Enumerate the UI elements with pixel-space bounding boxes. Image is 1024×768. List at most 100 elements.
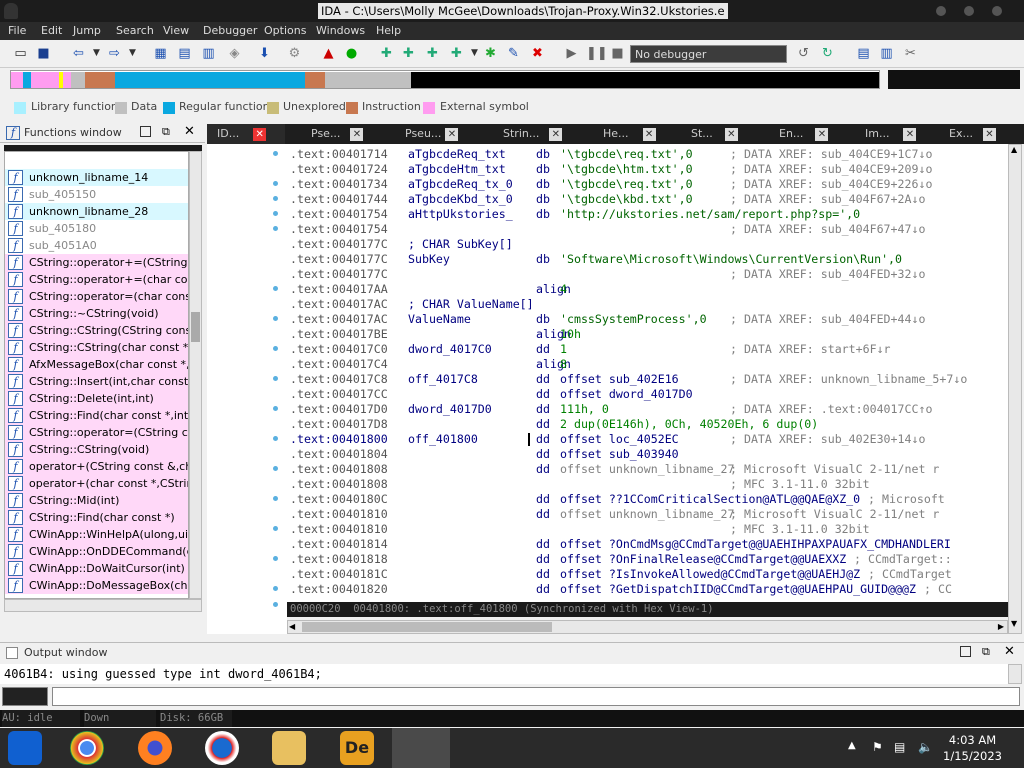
scroll-left-icon[interactable]: ◀: [288, 621, 296, 632]
function-list-item[interactable]: f sub_405180: [5, 220, 188, 237]
function-list-item[interactable]: f unknown_libname_28: [5, 203, 188, 220]
play-icon[interactable]: ▶: [563, 45, 580, 62]
firefox-icon[interactable]: [138, 731, 172, 765]
ida-taskbar-icon[interactable]: [392, 728, 450, 768]
function-list-item[interactable]: f CWinApp::OnDDECommand(ch: [5, 543, 188, 560]
breakpoints-icon[interactable]: ▥: [878, 45, 895, 62]
menu-options[interactable]: Options: [264, 24, 306, 37]
function-list-item[interactable]: f CString::CString(CString const &: [5, 322, 188, 339]
chrome-icon[interactable]: [70, 731, 104, 765]
function-list-item[interactable]: f CString::Insert(int,char const *: [5, 373, 188, 390]
add-function-icon[interactable]: ✚: [448, 45, 465, 62]
function-list-item[interactable]: f CString::operator+=(CString co: [5, 254, 188, 271]
tab-hex-view[interactable]: He... ✕: [597, 124, 677, 144]
attach-icon[interactable]: ↻: [819, 45, 836, 62]
scrollbar-thumb[interactable]: [191, 312, 200, 342]
functions-scrollbar[interactable]: [189, 151, 202, 599]
function-list-item[interactable]: f CWinApp::DoMessageBox(cha: [5, 577, 188, 594]
text-search-icon[interactable]: ▤: [176, 45, 193, 62]
trace-icon[interactable]: ↺: [795, 45, 812, 62]
functions-hscrollbar[interactable]: [4, 599, 202, 612]
disasm-hscrollbar[interactable]: ◀ ▶: [287, 620, 1008, 634]
search-disabled-icon[interactable]: ◈: [226, 45, 243, 62]
menu-windows[interactable]: Windows: [316, 24, 365, 37]
function-list-item[interactable]: f AfxMessageBox(char const *,u: [5, 356, 188, 373]
function-list-item[interactable]: f CString::operator=(CString con: [5, 424, 188, 441]
restore-icon[interactable]: ⧉: [982, 645, 990, 659]
delete-icon[interactable]: ✖: [529, 45, 546, 62]
forward-dropdown-icon[interactable]: ▼: [124, 45, 141, 62]
close-icon[interactable]: ✕: [549, 127, 563, 141]
navigation-band[interactable]: [10, 70, 880, 89]
maximize-icon[interactable]: [960, 646, 971, 657]
menu-search[interactable]: Search: [116, 24, 154, 37]
flag-icon[interactable]: ⚑: [872, 740, 883, 754]
edit-icon[interactable]: ✎: [505, 45, 522, 62]
function-list-item[interactable]: f CString::CString(void): [5, 441, 188, 458]
menu-debugger[interactable]: Debugger: [203, 24, 257, 37]
functions-list[interactable]: f unknown_libname_14 f sub_405150 f unknown_l…: [4, 151, 189, 599]
segments-icon[interactable]: ▤: [855, 45, 872, 62]
disassembly-view[interactable]: .text:00401714 aTgbcdeReq_txt db '\tgbcde\r…: [287, 144, 1008, 602]
back-arrow-icon[interactable]: ⇦: [70, 45, 87, 62]
back-dropdown-icon[interactable]: ▼: [88, 45, 105, 62]
close-icon[interactable]: ✕: [982, 127, 996, 141]
plugin-icon[interactable]: ✱: [482, 45, 499, 62]
forward-arrow-icon[interactable]: ⇨: [106, 45, 123, 62]
scroll-down-icon[interactable]: ▼: [1011, 619, 1017, 628]
tab-strings[interactable]: Strin... ✕: [497, 124, 581, 144]
open-folder-icon[interactable]: ▭: [12, 45, 29, 62]
function-list-item[interactable]: f unknown_libname_14: [5, 169, 188, 186]
function-list-item[interactable]: f CString::Find(char const *): [5, 509, 188, 526]
add-enum-icon[interactable]: ✚: [400, 45, 417, 62]
function-list-item[interactable]: f CString::Delete(int,int): [5, 390, 188, 407]
run-script-icon[interactable]: ●: [343, 45, 360, 62]
tab-structures[interactable]: St... ✕: [685, 124, 753, 144]
menu-view[interactable]: View: [163, 24, 189, 37]
browser-icon[interactable]: [205, 731, 239, 765]
binary-search-icon[interactable]: ▦: [152, 45, 169, 62]
function-list-item[interactable]: f CString::Find(char const *,int): [5, 407, 188, 424]
close-icon[interactable]: ✕: [815, 127, 829, 141]
function-list-item[interactable]: f sub_405150: [5, 186, 188, 203]
stop-icon[interactable]: ■: [609, 45, 626, 62]
menu-help[interactable]: Help: [376, 24, 401, 37]
tab-pseudocode-a[interactable]: Pse... ✕: [305, 124, 377, 144]
code-icon[interactable]: ⚙: [286, 45, 303, 62]
close-button[interactable]: [992, 6, 1002, 16]
function-list-item[interactable]: f operator+(CString const &,cha: [5, 458, 188, 475]
file-explorer-icon[interactable]: [272, 731, 306, 765]
add-dropdown-icon[interactable]: ▼: [466, 45, 483, 62]
scroll-right-icon[interactable]: ▶: [997, 621, 1005, 632]
tab-ida-view[interactable]: ID... ✕: [207, 124, 285, 144]
close-icon[interactable]: ✕: [642, 127, 656, 141]
maximize-icon[interactable]: [140, 126, 151, 137]
function-list-item[interactable]: f CString::operator+=(char const: [5, 271, 188, 288]
debugger-select[interactable]: No debugger: [630, 45, 787, 63]
function-list-item[interactable]: f operator+(char const *,CString: [5, 475, 188, 492]
restore-icon[interactable]: ⧉: [162, 125, 170, 139]
maximize-button[interactable]: [964, 6, 974, 16]
add-segment-icon[interactable]: ✚: [424, 45, 441, 62]
graph-icon[interactable]: ▲: [320, 45, 337, 62]
tray-expand-icon[interactable]: ▲: [848, 740, 856, 751]
function-list-item[interactable]: f CString::Mid(int): [5, 492, 188, 509]
close-icon[interactable]: ✕: [724, 127, 738, 141]
function-list-item[interactable]: f CString::CString(char const *): [5, 339, 188, 356]
de-app-icon[interactable]: De: [340, 731, 374, 765]
tools-icon[interactable]: ✂: [902, 45, 919, 62]
network-icon[interactable]: ▤: [894, 740, 905, 754]
scroll-up-icon[interactable]: ▲: [1011, 145, 1017, 154]
function-list-item[interactable]: f CString::operator=(char const: [5, 288, 188, 305]
function-list-item[interactable]: f sub_4051A0: [5, 237, 188, 254]
close-icon[interactable]: ✕: [1004, 644, 1015, 659]
close-icon[interactable]: ✕: [903, 127, 917, 141]
down-arrow-icon[interactable]: ⬇: [256, 45, 273, 62]
output-scrollbar[interactable]: [1008, 664, 1022, 684]
disasm-vscrollbar[interactable]: ▲ ▼: [1008, 144, 1022, 634]
search-next-icon[interactable]: ▥: [200, 45, 217, 62]
menu-file[interactable]: File: [8, 24, 26, 37]
close-icon[interactable]: ✕: [350, 127, 364, 141]
menu-jump[interactable]: Jump: [73, 24, 101, 37]
add-struct-icon[interactable]: ✚: [378, 45, 395, 62]
